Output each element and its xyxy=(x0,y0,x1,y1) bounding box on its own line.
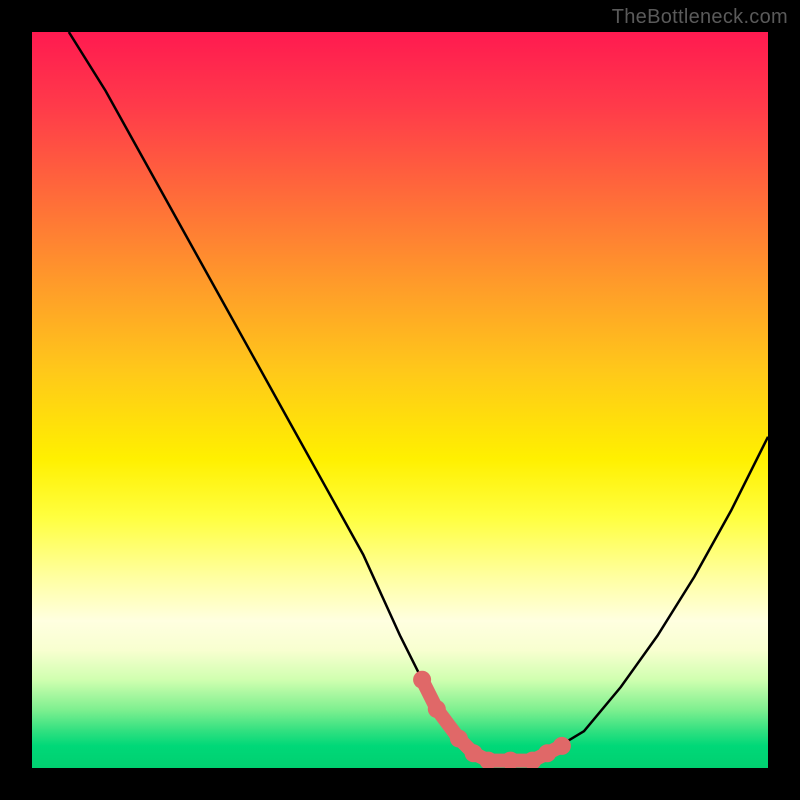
highlight-dot xyxy=(428,700,446,718)
curve-path xyxy=(69,32,768,761)
bottleneck-curve xyxy=(32,32,768,768)
highlight-dot xyxy=(450,730,468,748)
watermark-text: TheBottleneck.com xyxy=(612,6,788,29)
highlight-dot xyxy=(413,671,431,689)
highlight-dot xyxy=(553,737,571,755)
